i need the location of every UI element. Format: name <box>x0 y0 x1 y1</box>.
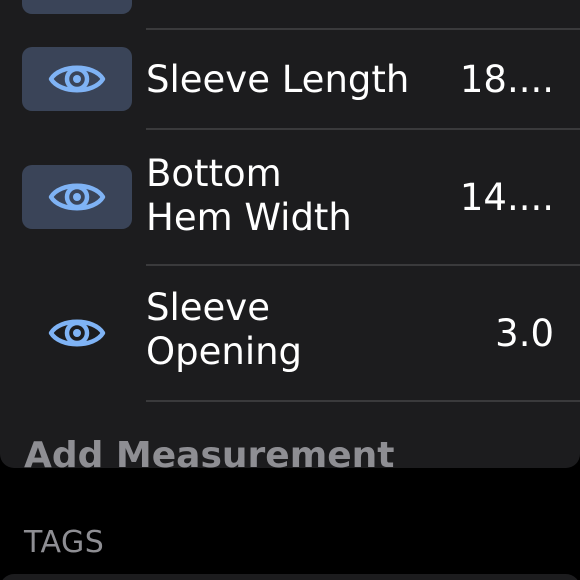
visibility-toggle[interactable] <box>22 165 132 229</box>
eye-icon <box>48 183 106 211</box>
add-measurement-button[interactable]: Add Measurement <box>24 434 394 478</box>
eye-icon <box>48 319 106 347</box>
measurement-value: 18.... <box>459 58 554 101</box>
visibility-toggle-partial[interactable] <box>22 0 132 14</box>
measurement-row-sleeve-length[interactable]: Sleeve Length 18.... <box>0 30 580 130</box>
screen: Body Length Sleeve Length 18.... <box>0 0 580 580</box>
row-divider <box>146 400 580 402</box>
measurement-row-sleeve-opening[interactable]: Sleeve Opening 3.0 <box>0 266 580 402</box>
visibility-toggle[interactable] <box>22 47 132 111</box>
eye-icon <box>48 65 106 93</box>
measurement-value: 14.... <box>459 176 554 219</box>
measurement-label: Sleeve Opening <box>146 286 303 373</box>
measurement-row-partial[interactable]: Body Length <box>0 0 580 30</box>
measurement-label-partial: Body Length <box>146 0 379 16</box>
tags-section-header: TAGS <box>24 525 105 560</box>
measurements-card: Body Length Sleeve Length 18.... <box>0 0 580 468</box>
tags-card <box>0 574 580 580</box>
measurement-value: 3.0 <box>495 312 554 355</box>
measurement-label: Bottom Hem Width <box>146 152 352 239</box>
visibility-toggle[interactable] <box>22 301 132 365</box>
measurement-label: Sleeve Length <box>146 58 410 101</box>
measurement-row-bottom-hem-width[interactable]: Bottom Hem Width 14.... <box>0 130 580 266</box>
